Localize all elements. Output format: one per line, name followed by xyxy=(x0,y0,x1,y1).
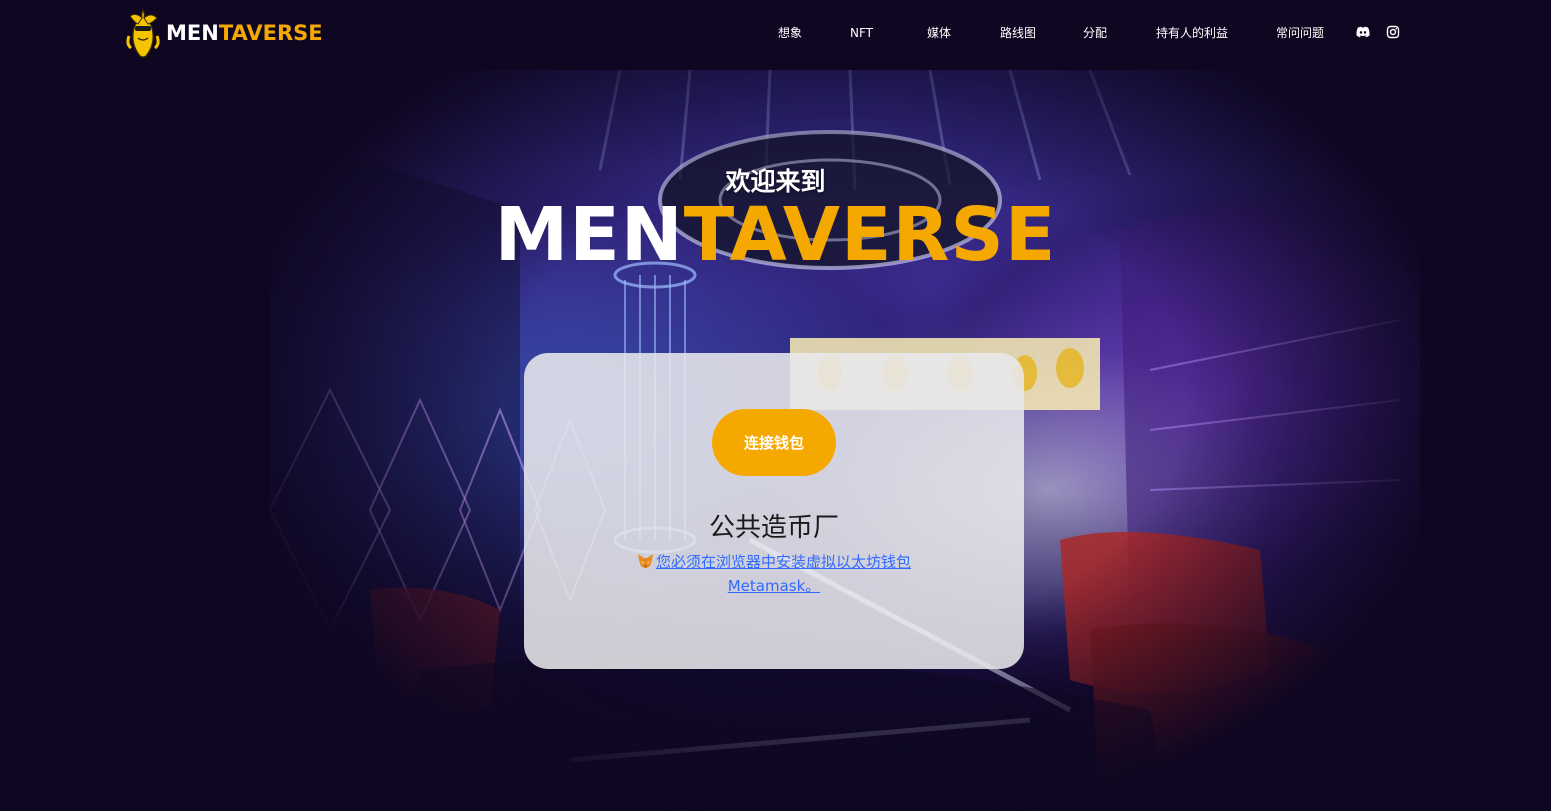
connect-wallet-button[interactable]: 连接钱包 xyxy=(712,409,836,476)
nav-item-roadmap[interactable]: 路线图 xyxy=(1000,24,1036,42)
logo-text: MENTAVERSE xyxy=(166,21,323,45)
nav-item-distribution[interactable]: 分配 xyxy=(1083,24,1107,42)
discord-icon[interactable] xyxy=(1355,24,1371,40)
site-logo[interactable]: MENTAVERSE xyxy=(124,6,323,60)
metamask-install-link[interactable]: 您必须在浏览器中安装虚拟以太坊钱包 Metamask。 xyxy=(656,553,911,595)
instagram-icon[interactable] xyxy=(1385,24,1401,40)
metamask-fox-icon xyxy=(637,554,653,568)
metamask-notice: 您必须在浏览器中安装虚拟以太坊钱包 Metamask。 xyxy=(614,550,934,598)
nav-item-media[interactable]: 媒体 xyxy=(927,24,951,42)
page: MENTAVERSE 想象 NFT 媒体 路线图 分配 持有人的利益 常问问题 … xyxy=(0,0,1551,811)
site-header: MENTAVERSE 想象 NFT 媒体 路线图 分配 持有人的利益 常问问题 xyxy=(0,0,1551,66)
nav-item-nft[interactable]: NFT xyxy=(850,24,873,42)
nav-item-faq[interactable]: 常问问题 xyxy=(1276,24,1324,42)
hero-title: MENTAVERSE xyxy=(494,192,1057,278)
mint-title: 公共造币厂 xyxy=(708,513,839,543)
nav-item-imagine[interactable]: 想象 xyxy=(778,24,802,42)
banana-mascot-icon xyxy=(126,8,160,58)
nav-item-holder-benefits[interactable]: 持有人的利益 xyxy=(1156,24,1228,42)
mint-card: 连接钱包 公共造币厂 您必须在浏览器中安装虚拟以太坊钱包 Metamask。 xyxy=(524,353,1024,669)
